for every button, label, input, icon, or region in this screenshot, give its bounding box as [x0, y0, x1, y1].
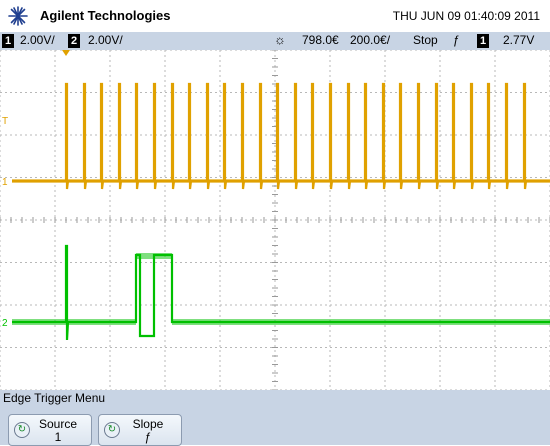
ch1-ground-marker: 1 — [2, 177, 8, 188]
status-bar: 1 2.00V/ 2 2.00V/ ☼ 798.0€ 200.0€/ Stop … — [0, 32, 550, 50]
trigger-source-badge: 1 — [477, 34, 489, 48]
trigger-position-marker — [62, 50, 70, 56]
ch1-badge[interactable]: 1 — [2, 34, 14, 48]
waveform-display[interactable]: T 1 2 — [0, 50, 550, 390]
ch2-waveform — [12, 244, 550, 341]
softkey-value: ƒ — [144, 430, 152, 444]
waveform-graticule: T 1 2 — [0, 50, 550, 390]
timebase-sun-icon: ☼ — [274, 32, 286, 47]
run-state: Stop — [413, 33, 438, 47]
ch1-waveform — [12, 82, 550, 190]
ch1-noise-band — [12, 179, 550, 183]
ch2-noise-band — [172, 319, 550, 325]
softkey-value: 1 — [54, 430, 62, 444]
time-offset: 798.0€ — [302, 33, 339, 47]
source-softkey[interactable]: ↻ Source 1 — [8, 414, 92, 446]
softkey-label: Source — [38, 417, 78, 431]
knob-arrow-icon: ↻ — [104, 422, 120, 438]
slope-softkey[interactable]: ↻ Slope ƒ — [98, 414, 182, 446]
trigger-level-marker: T — [2, 116, 8, 127]
softkey-bar: ↻ Source 1 ↻ Slope ƒ — [0, 406, 550, 446]
ch2-ground-marker: 2 — [2, 318, 8, 329]
trigger-slope-icon: ƒ — [453, 33, 460, 47]
knob-arrow-icon: ↻ — [14, 422, 30, 438]
brand-name: Agilent Technologies — [40, 8, 171, 23]
ch1-scale: 2.00V/ — [20, 33, 55, 47]
ch2-badge[interactable]: 2 — [68, 34, 80, 48]
header: Agilent Technologies THU JUN 09 01:40:09… — [0, 0, 550, 32]
softkey-label: Slope — [132, 417, 164, 431]
agilent-logo-icon — [8, 6, 28, 26]
menu-title-bar: Edge Trigger Menu — [0, 390, 550, 406]
ch2-noise-band — [12, 319, 136, 325]
trigger-level: 2.77V — [503, 33, 535, 47]
menu-title: Edge Trigger Menu — [3, 391, 106, 405]
ch2-scale: 2.00V/ — [88, 33, 123, 47]
time-scale: 200.0€/ — [350, 33, 391, 47]
date-time: THU JUN 09 01:40:09 2011 — [392, 9, 540, 23]
ch2-noise-band — [136, 253, 172, 259]
